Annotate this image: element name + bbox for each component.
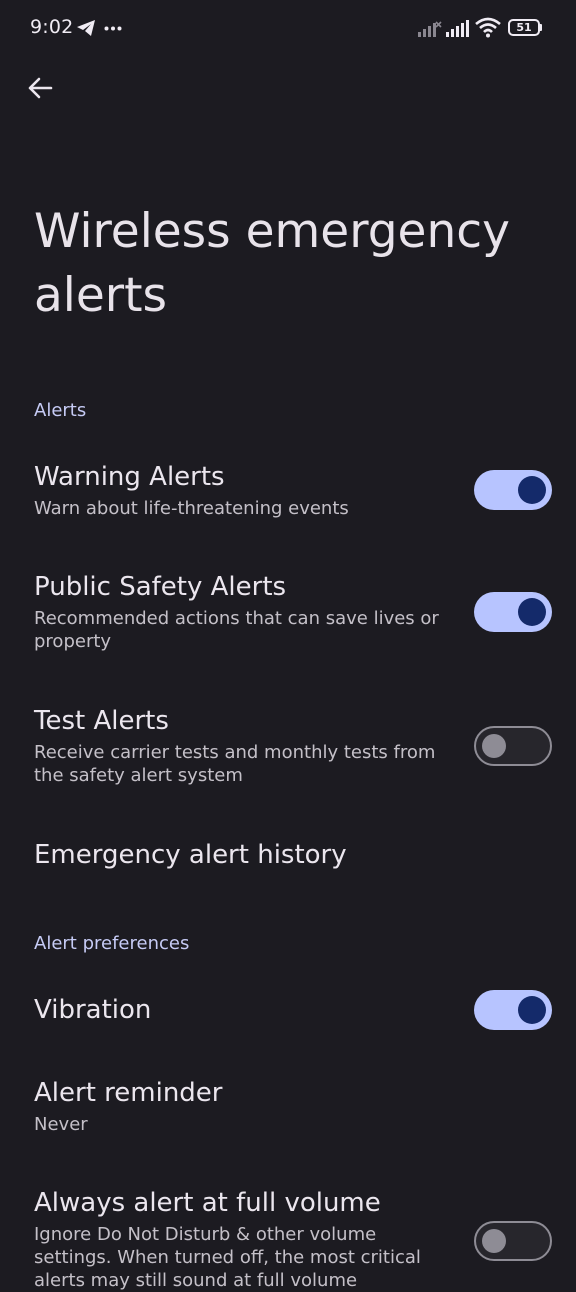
status-time: 9:02 xyxy=(30,16,74,38)
warning-alerts-title: Warning Alerts xyxy=(34,462,225,492)
test-alerts-title: Test Alerts xyxy=(34,706,169,736)
full-volume-switch[interactable] xyxy=(474,1221,552,1261)
full-volume-summary: Ignore Do Not Disturb & other volume set… xyxy=(34,1224,421,1291)
page-title: Wireless emergency alerts xyxy=(34,204,510,323)
vibration-row[interactable]: Vibration xyxy=(0,978,576,1044)
signal-off-icon xyxy=(418,21,442,37)
test-alerts-summary: Receive carrier tests and monthly tests … xyxy=(34,742,436,786)
emergency-alert-history-title: Emergency alert history xyxy=(34,840,347,870)
test-alerts-switch[interactable] xyxy=(474,726,552,766)
switch-thumb xyxy=(518,996,546,1024)
warning-alerts-row[interactable]: Warning Alerts Warn about life-threateni… xyxy=(0,450,576,534)
switch-thumb xyxy=(482,734,506,758)
section-header-alerts: Alerts xyxy=(34,400,87,421)
battery-tip xyxy=(540,24,542,31)
vibration-title: Vibration xyxy=(34,995,152,1025)
section-header-alert-preferences: Alert preferences xyxy=(34,933,190,954)
warning-alerts-summary: Warn about life-threatening events xyxy=(34,498,349,519)
alert-reminder-row[interactable]: Alert reminder Never xyxy=(0,1066,576,1146)
full-volume-row[interactable]: Always alert at full volume Ignore Do No… xyxy=(0,1176,576,1291)
alert-reminder-summary: Never xyxy=(34,1114,88,1135)
vibration-switch[interactable] xyxy=(474,990,552,1030)
battery-level: 51 xyxy=(516,21,532,34)
signal-icon xyxy=(446,20,469,37)
public-safety-alerts-title: Public Safety Alerts xyxy=(34,572,287,602)
warning-alerts-switch[interactable] xyxy=(474,470,552,510)
status-bar: 9:02 51 xyxy=(0,0,576,56)
back-button[interactable] xyxy=(20,68,60,108)
switch-thumb xyxy=(482,1229,506,1253)
battery-icon: 51 xyxy=(508,19,540,36)
telegram-icon xyxy=(77,20,95,36)
public-safety-alerts-summary: Recommended actions that can save lives … xyxy=(34,608,439,652)
wifi-icon xyxy=(475,17,501,38)
more-dots-icon xyxy=(104,26,122,31)
public-safety-alerts-row[interactable]: Public Safety Alerts Recommended actions… xyxy=(0,560,576,670)
full-volume-title: Always alert at full volume xyxy=(34,1188,381,1218)
test-alerts-row[interactable]: Test Alerts Receive carrier tests and mo… xyxy=(0,694,576,804)
arrow-back-icon xyxy=(28,77,53,99)
emergency-alert-history-row[interactable]: Emergency alert history xyxy=(0,822,576,892)
switch-thumb xyxy=(518,598,546,626)
alert-reminder-title: Alert reminder xyxy=(34,1078,223,1108)
switch-thumb xyxy=(518,476,546,504)
public-safety-alerts-switch[interactable] xyxy=(474,592,552,632)
